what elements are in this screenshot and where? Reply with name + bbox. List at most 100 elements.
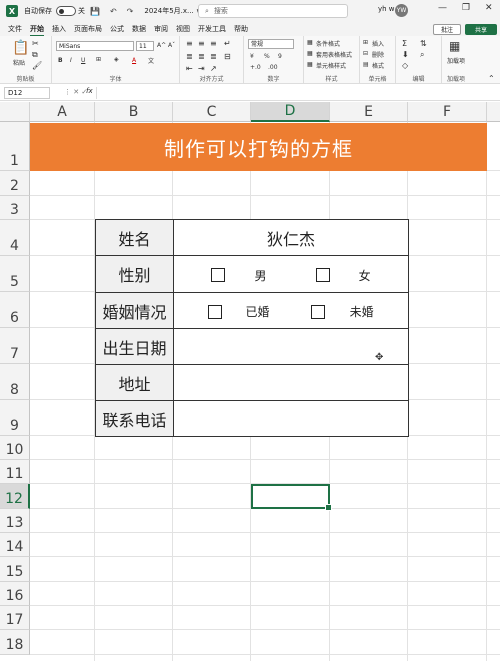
sort-filter-icon[interactable]: ⇅ <box>420 39 427 48</box>
autosave-toggle[interactable] <box>56 6 76 16</box>
row-header-6[interactable]: 6 <box>0 292 30 328</box>
align-right-icon[interactable]: ≣ <box>210 52 217 61</box>
row-header-16[interactable]: 16 <box>0 582 30 606</box>
selected-cell-d12[interactable] <box>251 484 332 511</box>
column-header-g[interactable] <box>487 102 500 122</box>
column-header-b[interactable]: B <box>95 102 173 122</box>
row-header-13[interactable]: 13 <box>0 509 30 533</box>
row-header-17[interactable]: 17 <box>0 606 30 630</box>
row-header-10[interactable]: 10 <box>0 436 30 460</box>
tab-view[interactable]: 视图 <box>176 24 190 34</box>
address-label[interactable]: 地址 <box>95 364 174 401</box>
delete-button[interactable]: 删除 <box>372 50 384 59</box>
tab-developer[interactable]: 开发工具 <box>198 24 226 34</box>
save-icon[interactable]: 💾 <box>90 7 100 16</box>
border-icon[interactable]: ⊞ <box>96 56 101 63</box>
row-header-2[interactable]: 2 <box>0 171 30 196</box>
file-name[interactable]: 2024年5月.x... ∨ <box>144 6 201 16</box>
phone-label[interactable]: 联系电话 <box>95 400 174 437</box>
clear-icon[interactable]: ◇ <box>402 61 408 70</box>
birth-label[interactable]: 出生日期 <box>95 328 174 365</box>
currency-icon[interactable]: ¥ <box>250 53 254 60</box>
share-button[interactable]: 共享 <box>465 24 497 35</box>
formula-input[interactable] <box>96 87 496 99</box>
tab-insert[interactable]: 插入 <box>52 24 66 34</box>
row-header-12[interactable]: 12 <box>0 484 30 509</box>
italic-button[interactable]: I <box>70 57 72 64</box>
minimize-button[interactable]: — <box>438 3 447 13</box>
column-header-e[interactable]: E <box>330 102 408 122</box>
align-left-icon[interactable]: ≣ <box>186 52 193 61</box>
tab-page-layout[interactable]: 页面布局 <box>74 24 102 34</box>
phonetic-icon[interactable]: 文 <box>148 56 154 65</box>
column-header-a[interactable]: A <box>30 102 95 122</box>
tab-formulas[interactable]: 公式 <box>110 24 124 34</box>
tab-home[interactable]: 开始 <box>30 24 44 37</box>
align-center-icon[interactable]: ≣ <box>198 52 205 61</box>
name-label[interactable]: 姓名 <box>95 219 174 256</box>
undo-icon[interactable]: ↶ <box>110 7 117 16</box>
name-value[interactable]: 狄仁杰 <box>173 219 409 256</box>
row-header-7[interactable]: 7 <box>0 328 30 364</box>
row-header-5[interactable]: 5 <box>0 256 30 292</box>
search-box[interactable]: ⌕ 搜索 <box>198 4 348 18</box>
font-color-button[interactable]: A <box>132 57 136 64</box>
gender-label[interactable]: 性别 <box>95 255 174 293</box>
underline-button[interactable]: U <box>81 57 85 64</box>
tab-data[interactable]: 数据 <box>132 24 146 34</box>
marital-cell[interactable]: 已婚 未婚 <box>173 292 409 329</box>
row-header-14[interactable]: 14 <box>0 533 30 557</box>
wrap-text-icon[interactable]: ↵ <box>224 39 231 48</box>
birth-value[interactable] <box>173 328 409 365</box>
number-format-select[interactable]: 常规 <box>248 39 294 49</box>
cell-styles-button[interactable]: 单元格样式 <box>316 61 346 70</box>
close-button[interactable]: ✕ <box>485 3 493 13</box>
redo-icon[interactable]: ↷ <box>127 7 134 16</box>
comment-button[interactable]: 批注 <box>433 24 461 35</box>
address-value[interactable] <box>173 364 409 401</box>
tab-file[interactable]: 文件 <box>8 24 22 34</box>
bold-button[interactable]: B <box>58 57 63 64</box>
indent-increase-icon[interactable]: ⇥ <box>198 64 205 73</box>
addins-button[interactable]: 加载项 <box>446 56 466 65</box>
fill-icon[interactable]: ⬇ <box>402 50 409 59</box>
checkbox-married[interactable] <box>208 304 223 319</box>
paste-label[interactable]: 粘贴 <box>13 58 25 67</box>
cut-icon[interactable]: ✂ <box>32 39 39 48</box>
name-box[interactable]: D12 <box>4 87 50 99</box>
tab-help[interactable]: 帮助 <box>234 24 248 34</box>
marital-label[interactable]: 婚姻情况 <box>95 292 174 329</box>
align-middle-icon[interactable]: ≡ <box>198 39 205 48</box>
column-header-c[interactable]: C <box>173 102 251 122</box>
row-header-11[interactable]: 11 <box>0 460 30 484</box>
sheet-title[interactable]: 制作可以打钩的方框 <box>30 123 487 171</box>
paste-icon[interactable]: 📋 <box>12 40 29 56</box>
copy-icon[interactable]: ⧉ <box>32 50 38 60</box>
phone-value[interactable] <box>173 400 409 437</box>
format-table-button[interactable]: 套用表格格式 <box>316 50 352 59</box>
fill-color-icon[interactable]: ◈ <box>114 56 119 63</box>
shrink-font-icon[interactable]: Aˇ <box>168 42 175 49</box>
conditional-format-button[interactable]: 条件格式 <box>316 39 340 48</box>
font-size-select[interactable]: 11 <box>136 41 154 51</box>
align-top-icon[interactable]: ≡ <box>186 39 193 48</box>
decrease-decimal-icon[interactable]: .00 <box>268 64 278 71</box>
collapse-ribbon-icon[interactable]: ⌃ <box>488 74 495 83</box>
row-header-8[interactable]: 8 <box>0 364 30 400</box>
row-header-1[interactable]: 1 <box>0 122 30 171</box>
increase-decimal-icon[interactable]: +.0 <box>250 64 261 71</box>
indent-decrease-icon[interactable]: ⇤ <box>186 64 193 73</box>
row-header-15[interactable]: 15 <box>0 557 30 582</box>
restore-button[interactable]: ❐ <box>462 3 470 13</box>
tab-review[interactable]: 审阅 <box>154 24 168 34</box>
grow-font-icon[interactable]: A^ <box>157 42 166 49</box>
merge-icon[interactable]: ⊟ <box>224 52 231 61</box>
checkbox-male[interactable] <box>211 268 226 282</box>
addins-icon[interactable]: ▦ <box>449 39 460 53</box>
column-header-f[interactable]: F <box>408 102 487 122</box>
checkbox-unmarried[interactable] <box>310 304 325 319</box>
orientation-icon[interactable]: ↗ <box>210 64 217 73</box>
select-all-corner[interactable] <box>0 102 30 122</box>
row-header-18[interactable]: 18 <box>0 630 30 655</box>
column-header-d[interactable]: D <box>251 102 330 122</box>
